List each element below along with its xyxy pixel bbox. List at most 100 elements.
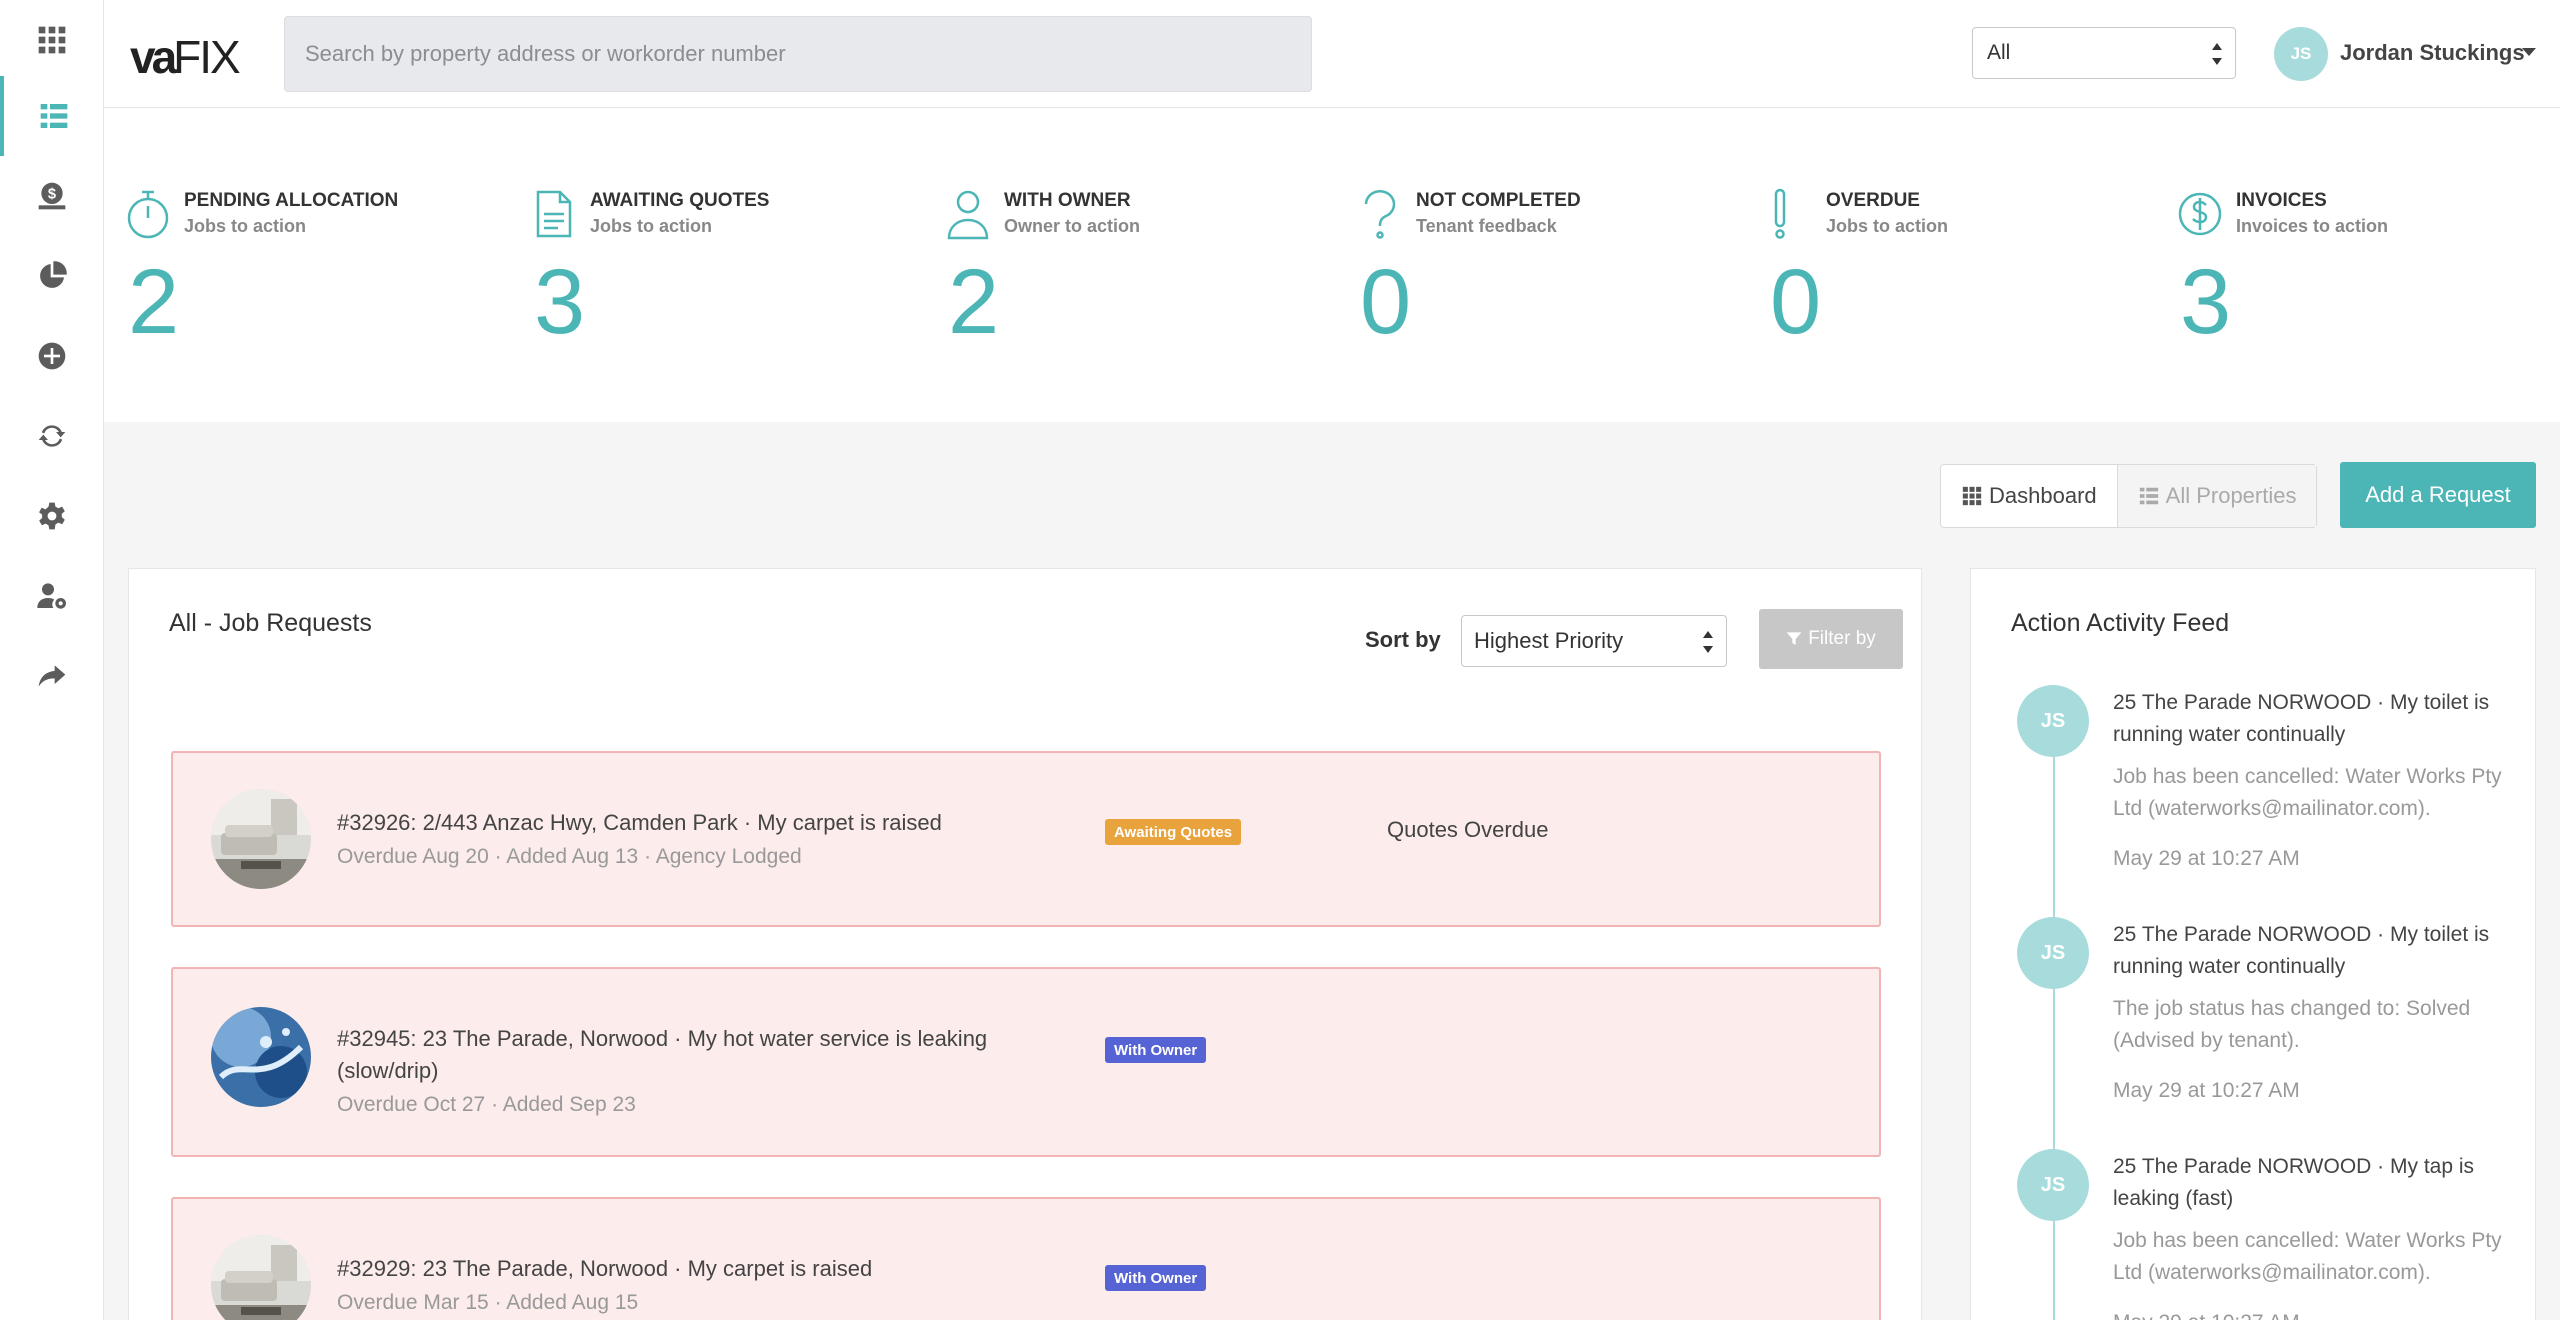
- all-properties-view-button[interactable]: All Properties: [2116, 465, 2317, 527]
- stat-title: NOT COMPLETED: [1416, 190, 1581, 211]
- dashboard-view-button[interactable]: Dashboard: [1941, 465, 2117, 527]
- status-badge: With Owner: [1105, 1265, 1207, 1291]
- user-menu[interactable]: Jordan Stuckings: [2340, 40, 2525, 66]
- stat-value: 3: [534, 251, 586, 353]
- stat-title: WITH OWNER: [1004, 190, 1131, 211]
- sidebar-item-reports[interactable]: [0, 236, 104, 316]
- stat-with-owner[interactable]: WITH OWNER Owner to action 2: [946, 188, 1326, 418]
- job-status: Quotes Overdue: [1387, 817, 1549, 842]
- stopwatch-icon: [127, 190, 169, 239]
- share-icon: [38, 665, 66, 687]
- sort-select[interactable]: Highest Priority: [1461, 615, 1727, 667]
- sidebar-item-user-settings[interactable]: [0, 556, 104, 636]
- stat-title: OVERDUE: [1826, 190, 1920, 211]
- stat-awaiting-quotes[interactable]: AWAITING QUOTES Jobs to action 3: [532, 188, 912, 418]
- stat-pending-allocation[interactable]: PENDING ALLOCATION Jobs to action 2: [126, 188, 506, 418]
- stat-not-completed[interactable]: NOT COMPLETED Tenant feedback 0: [1358, 188, 1738, 418]
- feed-item-description: Job has been cancelled: Water Works Pty …: [2113, 1229, 2502, 1284]
- feed-item-time: May 29 at 10:27 AM: [2113, 847, 2300, 870]
- stat-value: 0: [1360, 251, 1412, 353]
- feed-item-time: May 29 at 10:27 AM: [2113, 1311, 2300, 1320]
- activity-feed-panel: Action Activity Feed JS 25 The Parade NO…: [1970, 568, 2536, 1320]
- job-card[interactable]: #32929: 23 The Parade, Norwood · My carp…: [171, 1197, 1881, 1320]
- feed-item-time: May 29 at 10:27 AM: [2113, 1079, 2300, 1102]
- stat-title: INVOICES: [2236, 190, 2327, 211]
- stat-subtitle: Tenant feedback: [1416, 216, 1557, 236]
- sidebar-item-apps[interactable]: [0, 0, 104, 80]
- logo-bold-text: va: [130, 31, 177, 83]
- grid-icon: [1962, 486, 1982, 506]
- dollar-icon: [2178, 192, 2222, 236]
- job-meta: Overdue Oct 27 · Added Sep 23: [337, 1093, 636, 1116]
- stat-invoices[interactable]: INVOICES Invoices to action 3: [2178, 188, 2558, 418]
- avatar: JS: [2017, 1149, 2089, 1221]
- person-icon: [947, 190, 989, 240]
- panel-title: All - Job Requests: [169, 609, 372, 637]
- status-badge: Awaiting Quotes: [1105, 819, 1242, 845]
- property-filter-value: All: [1987, 41, 2011, 64]
- job-title: #32929: 23 The Parade, Norwood · My carp…: [337, 1256, 873, 1281]
- stat-value: 0: [1770, 251, 1822, 353]
- panel-title: Action Activity Feed: [2011, 609, 2230, 637]
- sidebar-item-share[interactable]: [0, 636, 104, 716]
- feed-item-title: 25 The Parade NORWOOD · My toilet is run…: [2113, 691, 2490, 746]
- money-icon: $: [38, 182, 66, 210]
- sidebar-item-list[interactable]: [0, 76, 104, 156]
- job-title: #32926: 2/443 Anzac Hwy, Camden Park · M…: [337, 810, 942, 835]
- top-bar: vaFIX All JS Jordan Stuckings: [104, 0, 2560, 108]
- job-title: #32945: 23 The Parade, Norwood · My hot …: [337, 1026, 988, 1083]
- gear-icon: [39, 502, 65, 530]
- stats-summary: PENDING ALLOCATION Jobs to action 2 AWAI…: [104, 108, 2560, 422]
- add-circle-icon: [38, 342, 66, 370]
- avatar: JS: [2017, 685, 2089, 757]
- user-avatar[interactable]: JS: [2274, 27, 2328, 81]
- carpet-room-image: [211, 1235, 311, 1320]
- user-settings-icon: [37, 583, 66, 609]
- logo-light-text: FIX: [173, 31, 241, 83]
- feed-item-title: 25 The Parade NORWOOD · My toilet is run…: [2113, 923, 2490, 978]
- job-card[interactable]: #32945: 23 The Parade, Norwood · My hot …: [171, 967, 1881, 1157]
- all-properties-label: All Properties: [2165, 483, 2297, 508]
- job-thumbnail: [211, 1007, 311, 1107]
- stat-subtitle: Jobs to action: [590, 216, 713, 236]
- sidebar-item-payments[interactable]: $: [0, 156, 104, 236]
- filter-button[interactable]: Filter by: [1759, 609, 1903, 669]
- sort-value: Highest Priority: [1474, 628, 1624, 653]
- job-thumbnail: [211, 789, 311, 889]
- job-meta: Overdue Mar 15 · Added Aug 15: [337, 1291, 639, 1314]
- sidebar-item-add[interactable]: [0, 316, 104, 396]
- list-icon: [2139, 487, 2158, 505]
- stat-subtitle: Jobs to action: [1826, 216, 1949, 236]
- list-icon: [40, 104, 68, 128]
- sidebar-item-refresh[interactable]: [0, 396, 104, 476]
- job-requests-panel: All - Job Requests Sort by Highest Prior…: [128, 568, 1922, 1320]
- search-input[interactable]: [284, 16, 1312, 92]
- stat-value: 2: [128, 251, 180, 353]
- stat-value: 3: [2180, 251, 2232, 353]
- feed-item-title: 25 The Parade NORWOOD · My tap is leakin…: [2113, 1155, 2475, 1210]
- sidebar-item-settings[interactable]: [0, 476, 104, 556]
- document-icon: [536, 190, 572, 238]
- add-request-button[interactable]: Add a Request: [2340, 462, 2536, 528]
- caret-down-icon[interactable]: [2522, 48, 2536, 56]
- sidebar: $: [0, 0, 104, 1320]
- job-thumbnail: [211, 1235, 311, 1320]
- stat-subtitle: Invoices to action: [2236, 216, 2389, 236]
- select-arrows-icon: [2211, 40, 2223, 68]
- pie-chart-icon: [40, 261, 67, 288]
- property-filter-select[interactable]: All: [1972, 27, 2236, 79]
- job-card[interactable]: #32926: 2/443 Anzac Hwy, Camden Park · M…: [171, 751, 1881, 927]
- stat-overdue[interactable]: OVERDUE Jobs to action 0: [1768, 188, 2148, 418]
- timeline-line: [2053, 719, 2055, 1320]
- stat-value: 2: [948, 251, 1000, 353]
- stat-title: AWAITING QUOTES: [590, 190, 770, 211]
- stat-subtitle: Owner to action: [1004, 216, 1141, 236]
- question-icon: [1364, 190, 1396, 239]
- dashboard-label: Dashboard: [1989, 483, 2097, 508]
- brand-logo[interactable]: vaFIX: [130, 30, 241, 84]
- stat-subtitle: Jobs to action: [184, 216, 307, 236]
- filter-label: Filter by: [1808, 628, 1876, 649]
- apps-grid-icon: [38, 26, 66, 54]
- feed-item-description: Job has been cancelled: Water Works Pty …: [2113, 765, 2502, 820]
- feed-item-description: The job status has changed to: Solved (A…: [2113, 997, 2471, 1052]
